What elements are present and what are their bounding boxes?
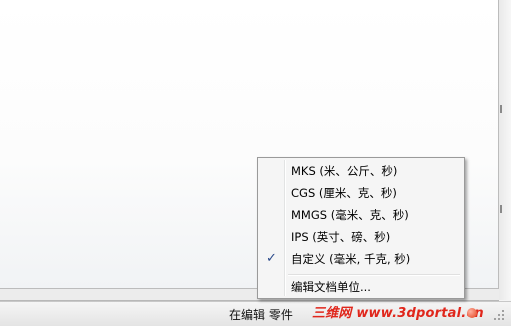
units-context-menu: MKS (米、公斤、秒) CGS (厘米、克、秒) MMGS (毫米、克、秒) … [257,157,465,299]
menu-item-mmgs[interactable]: MMGS (毫米、克、秒) [260,204,462,226]
menu-item-label: MKS (米、公斤、秒) [291,164,398,178]
menu-item-label: MMGS (毫米、克、秒) [291,208,409,222]
check-icon: ✓ [266,251,277,266]
menu-item-ips[interactable]: IPS (英寸、磅、秒) [260,226,462,248]
menu-item-cgs[interactable]: CGS (厘米、克、秒) [260,182,462,204]
side-panel-edge [499,0,511,300]
menu-item-custom[interactable]: ✓ 自定义 (毫米, 千克, 秒) [260,248,462,270]
menu-item-label: 自定义 (毫米, 千克, 秒) [291,252,411,266]
status-text: 在编辑 零件 [229,308,293,322]
menu-item-label: IPS (英寸、磅、秒) [291,230,391,244]
resize-grip-icon[interactable] [494,310,506,322]
panel-tick [500,205,502,213]
menu-item-label: 编辑文档单位... [291,280,371,294]
menu-item-mks[interactable]: MKS (米、公斤、秒) [260,160,462,182]
status-indicator-icon [467,308,477,318]
menu-item-edit-document-units[interactable]: 编辑文档单位... [260,276,462,298]
panel-tick [500,105,502,113]
menu-item-label: CGS (厘米、克、秒) [291,186,397,200]
watermark: 三维网 www.3dportal.cn [312,306,484,321]
